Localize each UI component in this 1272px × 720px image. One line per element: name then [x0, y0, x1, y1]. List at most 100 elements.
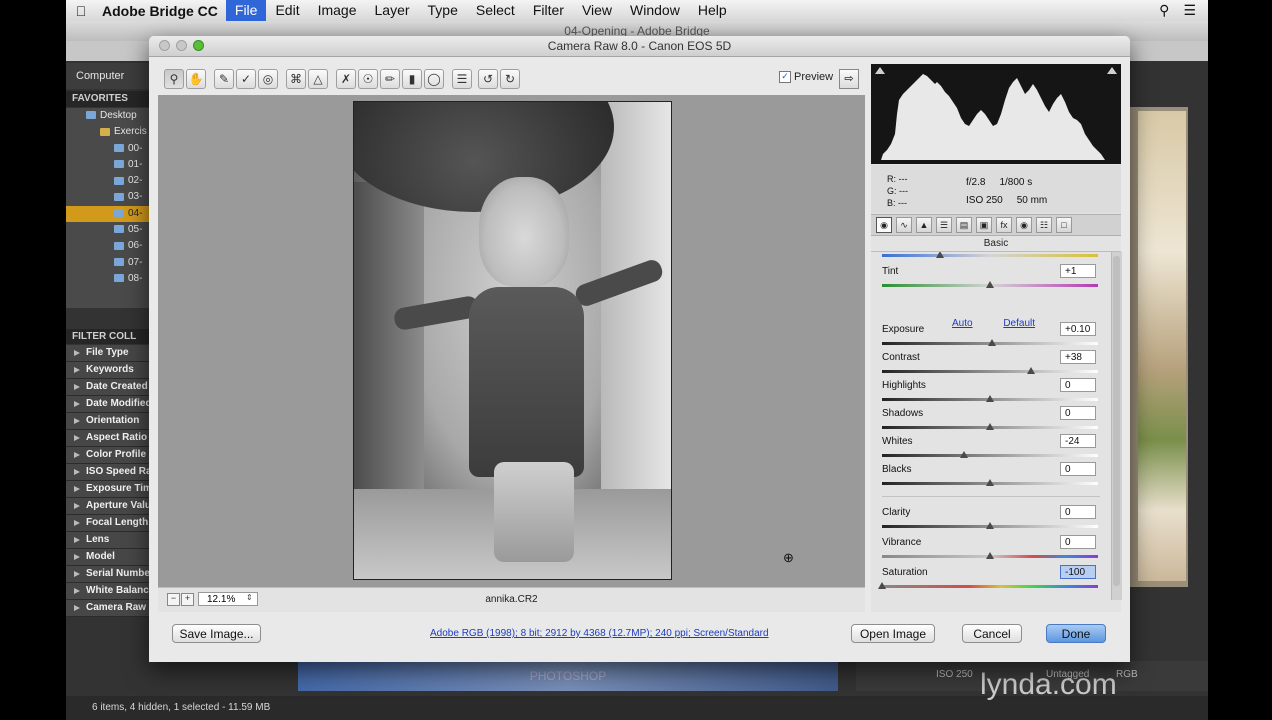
highlight-clipping-warning-icon[interactable]: [1107, 67, 1117, 74]
rotate-right-icon[interactable]: ↻: [500, 69, 520, 89]
whites-track[interactable]: [882, 454, 1098, 457]
folder-item[interactable]: 00-: [66, 141, 150, 157]
photo-preview[interactable]: [353, 101, 672, 580]
contrast-value-field[interactable]: +38: [1060, 350, 1096, 364]
filter-model[interactable]: Model: [66, 549, 150, 566]
exposure-knob[interactable]: [988, 339, 997, 346]
image-preview-canvas[interactable]: ⊕: [158, 95, 865, 611]
red-eye-tool-icon[interactable]: ☉: [358, 69, 378, 89]
menu-file[interactable]: File: [225, 0, 267, 21]
shadows-value-field[interactable]: 0: [1060, 406, 1096, 420]
path-computer[interactable]: Computer: [66, 63, 160, 89]
filter-tab[interactable]: FILTER COLL: [66, 329, 150, 344]
apple-menu-icon[interactable]: : [66, 3, 96, 19]
filter-focal-length[interactable]: Focal Length: [66, 515, 150, 532]
filter-lens[interactable]: Lens: [66, 532, 150, 549]
snapshots-tab-icon[interactable]: □: [1056, 217, 1072, 233]
tone-curve-tab-icon[interactable]: ∿: [896, 217, 912, 233]
split-toning-tab-icon[interactable]: ▤: [956, 217, 972, 233]
menu-view[interactable]: View: [573, 0, 621, 21]
whites-value-field[interactable]: -24: [1060, 434, 1096, 448]
color-sampler-tool-icon[interactable]: ✓: [236, 69, 256, 89]
tint-knob[interactable]: [986, 281, 994, 288]
filter-exposure-time[interactable]: Exposure Time: [66, 481, 150, 498]
filter-iso-speed[interactable]: ISO Speed Ratings: [66, 464, 150, 481]
exposure-value-field[interactable]: +0.10: [1060, 322, 1096, 336]
open-image-button[interactable]: Open Image: [851, 624, 935, 643]
menu-window[interactable]: Window: [621, 0, 689, 21]
shadows-knob[interactable]: [986, 423, 994, 430]
radial-filter-icon[interactable]: ◯: [424, 69, 444, 89]
folder-item[interactable]: Exercis: [66, 124, 150, 140]
contrast-track[interactable]: [882, 370, 1098, 373]
blacks-knob[interactable]: [986, 479, 994, 486]
temperature-knob[interactable]: [936, 252, 945, 258]
crop-tool-icon[interactable]: ⌘: [286, 69, 306, 89]
zoom-window-button[interactable]: [193, 40, 204, 51]
saturation-value-field[interactable]: -100: [1060, 565, 1096, 579]
filter-color-profile[interactable]: Color Profile: [66, 447, 150, 464]
folder-item[interactable]: 07-: [66, 255, 150, 271]
hsl-tab-icon[interactable]: ☰: [936, 217, 952, 233]
blacks-value-field[interactable]: 0: [1060, 462, 1096, 476]
rotate-left-icon[interactable]: ↺: [478, 69, 498, 89]
basic-tab-icon[interactable]: ◉: [876, 217, 892, 233]
folder-item[interactable]: 01-: [66, 157, 150, 173]
panel-scrollbar[interactable]: [1111, 252, 1122, 600]
filter-serial-number[interactable]: Serial Number: [66, 566, 150, 583]
preview-checkbox[interactable]: ✓ Preview: [779, 71, 833, 83]
folder-item[interactable]: 08-: [66, 271, 150, 287]
targeted-adjustment-tool-icon[interactable]: ◎: [258, 69, 278, 89]
folder-item[interactable]: 06-: [66, 238, 150, 254]
clarity-value-field[interactable]: 0: [1060, 505, 1096, 519]
lens-corrections-tab-icon[interactable]: ▣: [976, 217, 992, 233]
save-image-button[interactable]: Save Image...: [172, 624, 261, 643]
menu-select[interactable]: Select: [467, 0, 524, 21]
notification-list-icon[interactable]: ☰: [1183, 2, 1196, 19]
contrast-knob[interactable]: [1027, 367, 1036, 374]
close-window-button[interactable]: [159, 40, 170, 51]
saturation-knob[interactable]: [878, 582, 886, 589]
temperature-track[interactable]: [882, 254, 1098, 257]
white-balance-tool-icon[interactable]: ✎: [214, 69, 234, 89]
spotlight-search-icon[interactable]: ⚲: [1159, 2, 1169, 19]
adjustment-brush-icon[interactable]: ✏: [380, 69, 400, 89]
menu-edit[interactable]: Edit: [266, 0, 308, 21]
vibrance-value-field[interactable]: 0: [1060, 535, 1096, 549]
saturation-track[interactable]: [882, 585, 1098, 588]
shadow-clipping-warning-icon[interactable]: [875, 67, 885, 74]
menu-image[interactable]: Image: [309, 0, 366, 21]
folder-item[interactable]: Desktop: [66, 108, 150, 124]
preferences-icon[interactable]: ☰: [452, 69, 472, 89]
detail-tab-icon[interactable]: ▲: [916, 217, 932, 233]
camera-calibration-tab-icon[interactable]: ◉: [1016, 217, 1032, 233]
filter-keywords[interactable]: Keywords: [66, 362, 150, 379]
folder-item[interactable]: 03-: [66, 189, 150, 205]
filter-date-modified[interactable]: Date Modified: [66, 396, 150, 413]
presets-tab-icon[interactable]: ☷: [1036, 217, 1052, 233]
scrollbar-thumb[interactable]: [1113, 256, 1120, 586]
graduated-filter-icon[interactable]: ▮: [402, 69, 422, 89]
highlights-value-field[interactable]: 0: [1060, 378, 1096, 392]
effects-tab-icon[interactable]: fx: [996, 217, 1012, 233]
menu-layer[interactable]: Layer: [366, 0, 419, 21]
tint-value-field[interactable]: +1: [1060, 264, 1096, 278]
folder-item[interactable]: 05-: [66, 222, 150, 238]
filter-camera-raw[interactable]: Camera Raw: [66, 600, 150, 617]
cancel-button[interactable]: Cancel: [962, 624, 1022, 643]
whites-knob[interactable]: [960, 451, 969, 458]
clarity-knob[interactable]: [986, 522, 994, 529]
favorites-tab[interactable]: FAVORITES: [66, 91, 150, 107]
folder-item[interactable]: 02-: [66, 173, 150, 189]
filter-date-created[interactable]: Date Created: [66, 379, 150, 396]
app-name-menu[interactable]: Adobe Bridge CC: [96, 3, 226, 19]
filter-aperture[interactable]: Aperture Value: [66, 498, 150, 515]
menu-filter[interactable]: Filter: [524, 0, 573, 21]
zoom-tool-icon[interactable]: ⚲: [164, 69, 184, 89]
menu-help[interactable]: Help: [689, 0, 736, 21]
menu-type[interactable]: Type: [419, 0, 467, 21]
hand-tool-icon[interactable]: ✋: [186, 69, 206, 89]
filter-file-type[interactable]: File Type: [66, 345, 150, 362]
done-button[interactable]: Done: [1046, 624, 1106, 643]
filter-orientation[interactable]: Orientation: [66, 413, 150, 430]
